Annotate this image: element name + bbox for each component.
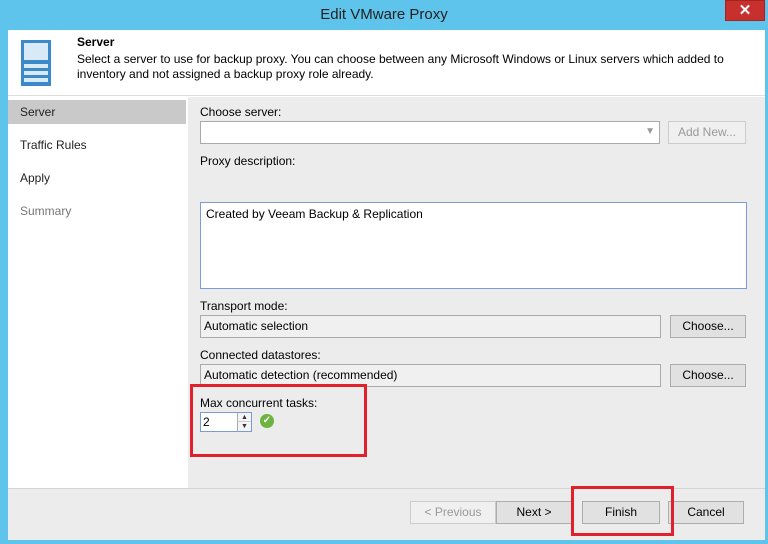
header-title: Server bbox=[77, 35, 115, 49]
proxy-description-label: Proxy description: bbox=[200, 154, 296, 168]
dialog-client: Server Select a server to use for backup… bbox=[8, 30, 765, 540]
step-traffic-rules[interactable]: Traffic Rules bbox=[8, 133, 186, 157]
wizard-content: Choose server: ▼ Add New... Proxy descri… bbox=[188, 97, 765, 488]
edit-vmware-proxy-window: Edit VMware Proxy ✕ Server Select a serv… bbox=[0, 0, 768, 544]
header-description: Select a server to use for backup proxy.… bbox=[77, 52, 724, 81]
choose-datastores-button[interactable]: Choose... bbox=[670, 364, 746, 387]
transport-mode-field: Automatic selection bbox=[200, 315, 661, 338]
choose-server-label: Choose server: bbox=[200, 105, 282, 119]
highlight-box-finish bbox=[571, 486, 674, 536]
window-title: Edit VMware Proxy bbox=[320, 6, 448, 23]
previous-button[interactable]: < Previous bbox=[410, 501, 496, 524]
step-summary: Summary bbox=[20, 204, 72, 218]
choose-transport-button[interactable]: Choose... bbox=[670, 315, 746, 338]
choose-server-combo[interactable]: ▼ bbox=[200, 121, 660, 144]
transport-mode-label: Transport mode: bbox=[200, 299, 288, 313]
server-icon bbox=[21, 40, 51, 86]
title-bar: Edit VMware Proxy ✕ bbox=[0, 0, 768, 30]
connected-datastores-label: Connected datastores: bbox=[200, 348, 321, 362]
step-apply[interactable]: Apply bbox=[8, 166, 186, 190]
next-button[interactable]: Next > bbox=[496, 501, 572, 524]
add-new-button[interactable]: Add New... bbox=[668, 121, 746, 144]
highlight-box-max-tasks bbox=[190, 384, 367, 457]
wizard-header: Server Select a server to use for backup… bbox=[8, 30, 765, 96]
proxy-description-field[interactable]: Created by Veeam Backup & Replication bbox=[200, 202, 747, 289]
wizard-footer: < Previous Next > Finish Cancel bbox=[8, 486, 765, 540]
close-button[interactable]: ✕ bbox=[725, 0, 765, 21]
step-server[interactable]: Server bbox=[8, 100, 186, 124]
chevron-down-icon[interactable]: ▼ bbox=[645, 126, 655, 137]
cancel-button[interactable]: Cancel bbox=[668, 501, 744, 524]
wizard-steps: Server Traffic Rules Apply Summary bbox=[8, 97, 188, 488]
